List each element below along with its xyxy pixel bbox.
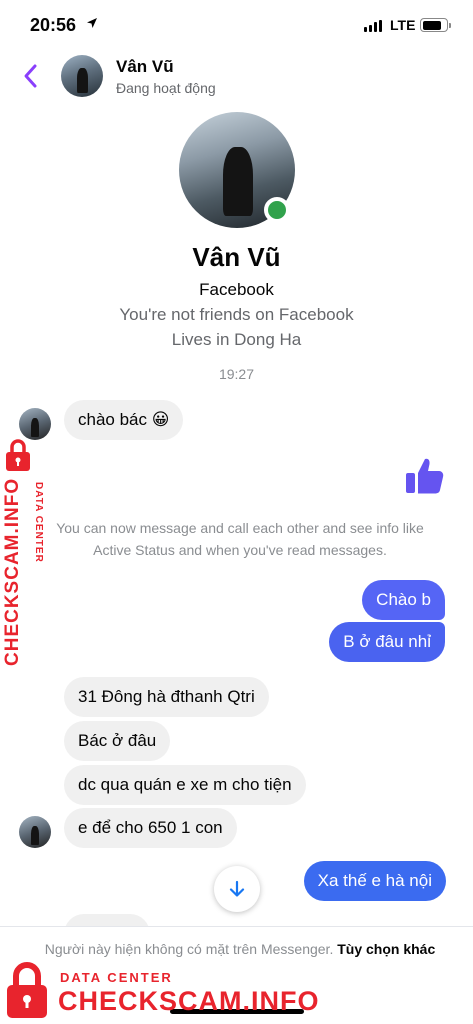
friend-status: You're not friends on Facebook xyxy=(119,305,354,324)
footer-message: Người này hiện không có mặt trên Messeng… xyxy=(44,941,334,957)
watermark-bottom: DATA CENTER CHECKSCAM.INFO xyxy=(0,960,320,1024)
sender-avatar[interactable] xyxy=(19,816,51,848)
profile-source: Facebook xyxy=(199,280,274,299)
sender-avatar[interactable] xyxy=(19,408,51,440)
watermark-brand: CHECKSCAM.INFO xyxy=(58,986,320,1016)
timestamp: 19:27 xyxy=(218,366,255,382)
message-bubble-in[interactable]: 31 Đông hà đthanh Qtri xyxy=(64,677,269,717)
lock-icon xyxy=(7,962,47,1018)
watermark-brand: CHECKSCAM.INFO xyxy=(2,478,23,667)
arrow-down-icon xyxy=(229,880,245,897)
footer-text: Người này hiện không có mặt trên Messeng… xyxy=(40,939,440,959)
avatar[interactable] xyxy=(61,55,103,97)
connection-notice: You can now message and call each other … xyxy=(56,520,424,558)
network-type: LTE xyxy=(390,17,416,33)
contact-name[interactable]: Vân Vũ xyxy=(116,57,174,77)
watermark-subtitle: DATA CENTER xyxy=(60,970,173,985)
message-bubble-out[interactable]: Xa thế e hà nội xyxy=(303,861,446,901)
message-bubble-in[interactable]: dc qua quán e xe m cho tiện xyxy=(64,765,306,805)
lock-icon xyxy=(6,439,30,471)
message-bubble-out[interactable]: B ở đâu nhỉ xyxy=(329,622,445,662)
cell-signal-icon xyxy=(364,20,382,32)
profile-name: Vân Vũ xyxy=(192,242,281,272)
location-arrow-icon xyxy=(87,18,97,28)
message-bubble-in[interactable]: chào bác 😀 xyxy=(64,400,184,440)
back-icon[interactable] xyxy=(20,62,42,90)
watermark-side: CHECKSCAM.INFO DATA CENTER xyxy=(2,438,50,668)
conversation-header: Vân Vũ Đang hoạt động xyxy=(0,52,473,102)
battery-icon xyxy=(420,18,451,32)
watermark-subtitle: DATA CENTER xyxy=(33,482,44,563)
scroll-to-bottom-button[interactable] xyxy=(214,866,260,912)
online-indicator xyxy=(264,197,290,223)
status-bar: 20:56 LTE xyxy=(0,0,473,52)
message-bubble-out[interactable]: Chào b xyxy=(362,580,445,620)
status-time: 20:56 xyxy=(30,15,77,35)
message-bubble-in[interactable]: Bác ở đâu xyxy=(64,721,171,761)
profile-card xyxy=(0,112,473,228)
more-options-link[interactable]: Tùy chọn khác xyxy=(337,941,435,957)
message-bubble-in[interactable]: e để cho 650 1 con xyxy=(64,808,237,848)
active-status: Đang hoạt động xyxy=(116,80,216,96)
thumbs-up-icon[interactable] xyxy=(404,455,446,497)
profile-location: Lives in Dong Ha xyxy=(171,330,302,349)
